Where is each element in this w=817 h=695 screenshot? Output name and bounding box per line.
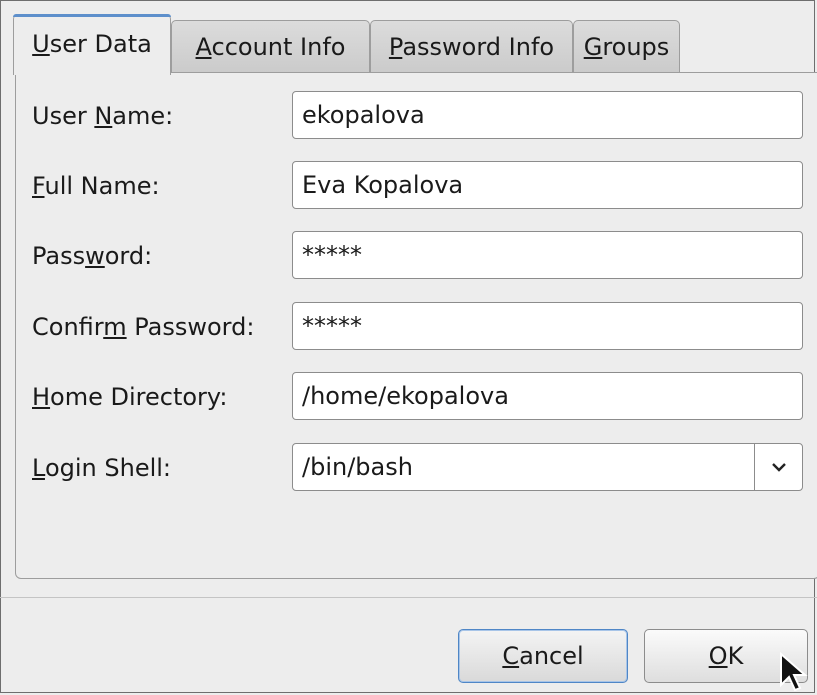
confirm-password-input[interactable]: ***** [292,302,803,350]
cancel-button-label: Cancel [502,642,584,670]
full-name-label: Full Name: [32,172,160,200]
button-area-separator [0,597,817,598]
confirm-password-label: Confirm Password: [32,313,255,341]
cancel-button[interactable]: Cancel [458,629,628,683]
tab-label: User Data [32,30,152,58]
ok-button-label: OK [708,642,744,670]
home-directory-label: Home Directory: [32,383,228,411]
chevron-down-icon[interactable] [755,444,802,490]
login-shell-label: Login Shell: [32,454,172,482]
mouse-pointer-icon [780,652,808,692]
tab-user-data[interactable]: User Data [13,14,171,75]
password-label: Password: [32,242,153,270]
home-directory-input[interactable]: /home/ekopalova [292,372,803,420]
password-input[interactable]: ***** [292,231,803,279]
user-name-label: User Name: [32,102,174,130]
login-shell-value: /bin/bash [302,453,413,481]
login-shell-combobox[interactable]: /bin/bash [292,443,803,491]
full-name-input[interactable]: Eva Kopalova [292,161,803,209]
user-name-input[interactable]: ekopalova [292,91,803,139]
